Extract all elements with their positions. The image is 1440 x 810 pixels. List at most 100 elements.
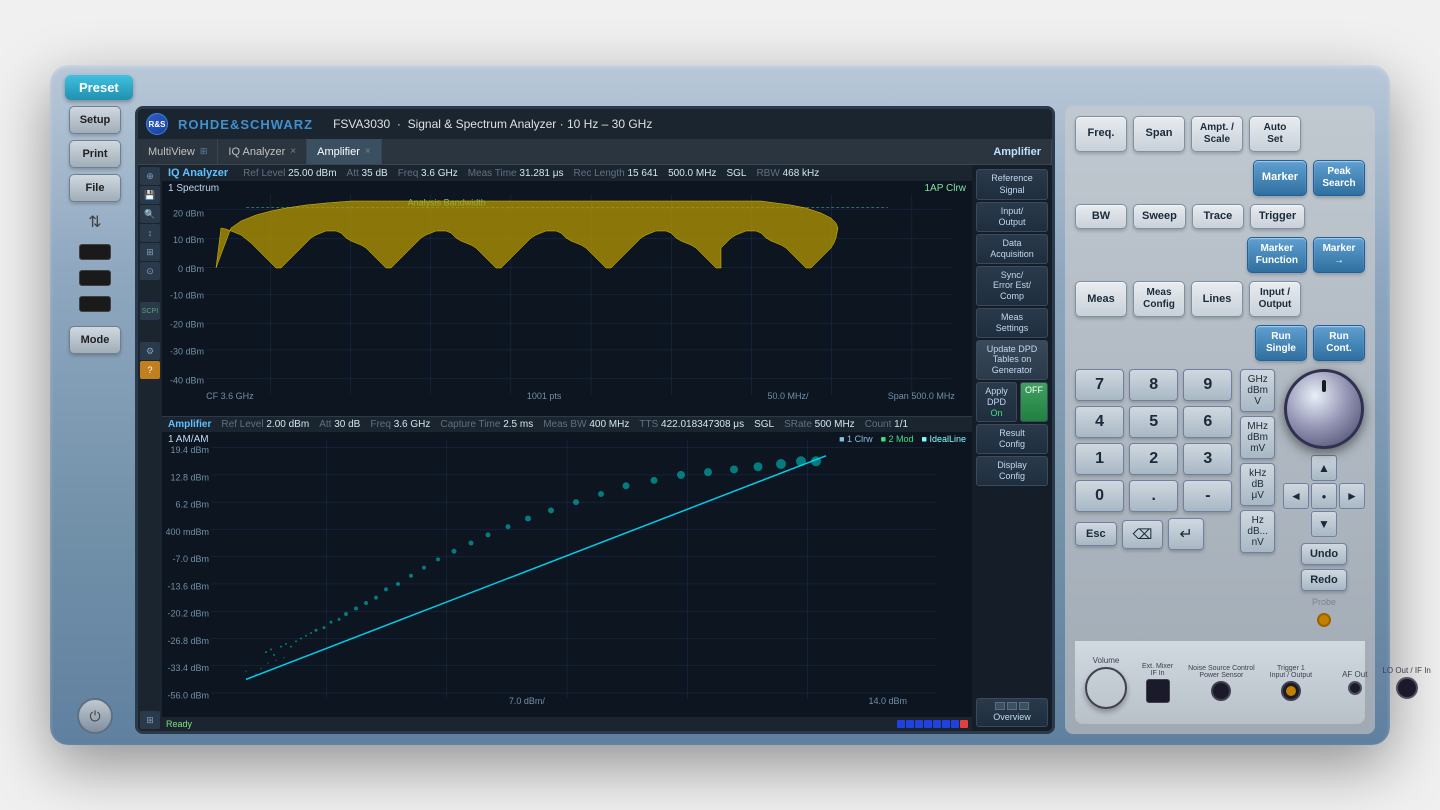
mode-button[interactable]: Mode — [69, 326, 121, 354]
grid-tool-icon[interactable]: ⊞ — [140, 243, 160, 261]
freq-button[interactable]: Freq. — [1075, 116, 1127, 152]
usb-port-3[interactable] — [79, 296, 111, 312]
trace-button[interactable]: Trace — [1192, 204, 1244, 229]
tab-close-amp[interactable]: × — [365, 146, 371, 157]
sidebar-update-dpd[interactable]: Update DPD Tables on Generator — [976, 340, 1048, 380]
num-2[interactable]: 2 — [1129, 443, 1178, 475]
help-tool-icon[interactable]: ? — [140, 361, 160, 379]
sidebar-display-config[interactable]: DisplayConfig — [976, 456, 1048, 486]
marker-button[interactable]: Marker — [1253, 160, 1307, 196]
num-8[interactable]: 8 — [1129, 369, 1178, 401]
svg-text:-20.2 dBm: -20.2 dBm — [167, 608, 209, 618]
tab-close-iq[interactable]: × — [290, 146, 296, 157]
tab-iq-analyzer[interactable]: IQ Analyzer × — [218, 139, 307, 164]
num-6[interactable]: 6 — [1183, 406, 1232, 438]
num-5[interactable]: 5 — [1129, 406, 1178, 438]
span-button[interactable]: Span — [1133, 116, 1185, 152]
sidebar-sync-error[interactable]: Sync/Error Est/Comp — [976, 266, 1048, 306]
setup-button[interactable]: Setup — [69, 106, 121, 134]
save-tool-icon[interactable]: 💾 — [140, 186, 160, 204]
sidebar-input-output[interactable]: Input/Output — [976, 202, 1048, 232]
sidebar-meas-settings[interactable]: MeasSettings — [976, 308, 1048, 338]
del-button[interactable]: ⌫ — [1122, 520, 1164, 549]
num-1[interactable]: 1 — [1075, 443, 1124, 475]
ampt-scale-button[interactable]: Ampt. /Scale — [1191, 116, 1243, 152]
af-out-connector[interactable] — [1348, 681, 1362, 695]
main-knob[interactable] — [1284, 369, 1364, 449]
arrow-left-button[interactable]: ◄ — [1283, 483, 1309, 509]
peak-search-button[interactable]: PeakSearch — [1313, 160, 1365, 196]
lo-out-connector[interactable] — [1396, 677, 1418, 699]
noise-connector[interactable] — [1211, 681, 1231, 701]
zoom2-tool-icon[interactable]: ⊙ — [140, 262, 160, 280]
zoom-tool-icon[interactable]: 🔍 — [140, 205, 160, 223]
usb-port-2[interactable] — [79, 270, 111, 286]
arrow-center-button[interactable]: ● — [1311, 483, 1337, 509]
tab-amplifier[interactable]: Amplifier × — [307, 139, 382, 164]
marker-arrow-button[interactable]: Marker→ — [1313, 237, 1365, 273]
esc-button[interactable]: Esc — [1075, 522, 1117, 546]
power-button[interactable]: ⏻ — [77, 698, 113, 734]
rec-length-value: 15 641 — [627, 168, 658, 179]
unit-hz-db-nv[interactable]: HzdB...nV — [1240, 510, 1275, 553]
sidebar-data-acquisition[interactable]: DataAcquisition — [976, 234, 1048, 264]
num-3[interactable]: 3 — [1183, 443, 1232, 475]
num-minus[interactable]: - — [1183, 480, 1232, 512]
tab-multiview[interactable]: MultiView ⊞ — [138, 139, 218, 164]
lines-button[interactable]: Lines — [1191, 281, 1243, 317]
arrow-down-button[interactable]: ▼ — [1311, 511, 1337, 537]
arrow-up-button[interactable]: ▲ — [1311, 455, 1337, 481]
unit-ghz-dbm-v[interactable]: GHzdBmV — [1240, 369, 1275, 412]
num-0[interactable]: 0 — [1075, 480, 1124, 512]
meas-time-value: 31.281 μs — [519, 168, 563, 179]
special-row: Esc ⌫ ↵ — [1075, 518, 1232, 550]
bw-button[interactable]: BW — [1075, 204, 1127, 229]
meas-button[interactable]: Meas — [1075, 281, 1127, 317]
config-tool-icon[interactable]: ⚙ — [140, 342, 160, 360]
trigger-connector[interactable] — [1281, 681, 1301, 701]
num-4[interactable]: 4 — [1075, 406, 1124, 438]
sidebar-apply-dpd-off[interactable]: OFF — [1020, 382, 1048, 422]
rs-logo: R&S — [146, 113, 168, 135]
connector-af-out: AF Out — [1342, 670, 1367, 695]
print-button[interactable]: Print — [69, 140, 121, 168]
num-7[interactable]: 7 — [1075, 369, 1124, 401]
marker-function-button[interactable]: MarkerFunction — [1247, 237, 1307, 273]
sgl-value: SGL — [726, 168, 746, 179]
svg-text:7.0 dBm/: 7.0 dBm/ — [509, 695, 546, 705]
auto-set-button[interactable]: AutoSet — [1249, 116, 1301, 152]
svg-text:-10 dBm: -10 dBm — [170, 291, 204, 301]
usb-icon: ⇅ — [88, 212, 101, 232]
iq-subtitle: 1 Spectrum — [168, 183, 219, 194]
arrow-right-button[interactable]: ► — [1339, 483, 1365, 509]
num-dot[interactable]: . — [1129, 480, 1178, 512]
redo-button[interactable]: Redo — [1301, 569, 1347, 591]
sweep-button[interactable]: Sweep — [1133, 204, 1186, 229]
sidebar-overview[interactable]: Overview — [976, 698, 1048, 727]
unit-khz-db-uv[interactable]: kHzdBμV — [1240, 463, 1275, 506]
sidebar-apply-dpd-on[interactable]: Apply DPDOn — [976, 382, 1017, 422]
lo-out-label: LO Out / IF In — [1382, 666, 1430, 675]
sidebar-result-config[interactable]: ResultConfig — [976, 424, 1048, 454]
num-9[interactable]: 9 — [1183, 369, 1232, 401]
usb-port-1[interactable] — [79, 244, 111, 260]
btn-row-3: Meas MeasConfig Lines Input /Output — [1075, 281, 1365, 317]
unit-mhz-dbm-mv[interactable]: MHzdBmmV — [1240, 416, 1275, 459]
scpi-tool-icon[interactable]: SCPI — [140, 302, 160, 320]
input-output-button[interactable]: Input /Output — [1249, 281, 1301, 317]
ext-mixer-connector[interactable] — [1146, 679, 1170, 703]
cursor2-tool-icon[interactable]: ↕ — [140, 224, 160, 242]
cursor-tool-icon[interactable]: ⊕ — [140, 167, 160, 185]
trigger-button[interactable]: Trigger — [1250, 204, 1305, 229]
windows-tool-icon[interactable]: ⊞ — [140, 711, 160, 729]
run-single-button[interactable]: RunSingle — [1255, 325, 1307, 361]
enter-button[interactable]: ↵ — [1168, 518, 1203, 550]
arrow-pad-bl — [1283, 511, 1309, 537]
meas-config-button[interactable]: MeasConfig — [1133, 281, 1185, 317]
run-cont-button[interactable]: RunCont. — [1313, 325, 1365, 361]
sidebar-reference-signal[interactable]: ReferenceSignal — [976, 169, 1048, 200]
preset-button[interactable]: Preset — [65, 75, 133, 100]
undo-button[interactable]: Undo — [1301, 543, 1347, 565]
volume-knob[interactable] — [1085, 667, 1127, 709]
file-button[interactable]: File — [69, 174, 121, 202]
